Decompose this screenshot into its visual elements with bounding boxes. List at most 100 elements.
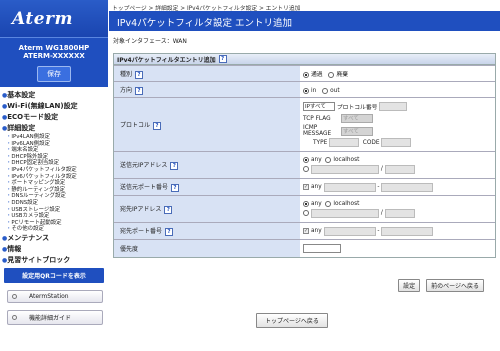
type-label: 種別 xyxy=(120,70,133,78)
tcp-flag-select[interactable]: すべて xyxy=(341,114,373,123)
sidebar: Aterm Aterm WG1800HP ATERM-XXXXXX 保存 ●基本… xyxy=(0,0,108,351)
src-port-start-input[interactable] xyxy=(323,182,376,192)
nav-sub-item[interactable]: ポートマッピング設定 xyxy=(6,180,108,187)
dst-ip-any-label: any xyxy=(311,200,322,207)
src-ip-row: 送信元IPアドレス? any localhost / xyxy=(114,151,495,179)
save-button[interactable]: 保存 xyxy=(37,66,71,82)
type-field-label: TYPE xyxy=(313,139,328,146)
direction-in-radio[interactable] xyxy=(303,87,309,94)
nav-category-label: ECOモード設定 xyxy=(7,113,59,121)
help-icon[interactable]: ? xyxy=(171,184,180,192)
nav-category[interactable]: ●メンテナンス xyxy=(2,233,108,244)
dst-ip-any-radio[interactable] xyxy=(303,200,309,207)
icmp-type-input[interactable] xyxy=(329,138,360,147)
direction-out-label: out xyxy=(330,88,340,94)
dash-separator: - xyxy=(377,184,380,190)
nav-sub-item[interactable]: IPv4LAN側設定 xyxy=(6,134,108,141)
type-pass-radio[interactable] xyxy=(303,71,309,78)
qr-code-button[interactable]: 設定用QRコードを表示 xyxy=(4,267,104,283)
dst-port-any-checkbox[interactable]: ✓ xyxy=(303,228,309,234)
help-icon[interactable]: ? xyxy=(218,55,227,63)
protocol-label: プロトコル xyxy=(120,121,151,129)
nav-category[interactable]: ●基本設定 xyxy=(2,90,108,101)
src-port-label: 送信元ポート番号 xyxy=(120,184,169,191)
src-ip-any-radio[interactable] xyxy=(303,156,309,163)
section-header: IPv4パケットフィルタエントリ追加 ? xyxy=(114,54,495,65)
type-row: 種別? 通過 廃棄 xyxy=(114,65,495,82)
device-name: ATERM-XXXXXX xyxy=(23,52,85,60)
src-port-end-input[interactable] xyxy=(381,182,434,192)
help-icon[interactable]: ? xyxy=(170,162,179,170)
nav-category[interactable]: ●見習サイトブロック xyxy=(2,255,108,266)
direction-label: 方向 xyxy=(120,86,133,94)
src-ip-localhost-radio[interactable] xyxy=(325,156,332,163)
type-discard-label: 廃棄 xyxy=(336,72,349,78)
priority-label: 優先度 xyxy=(120,245,139,253)
dst-port-start-input[interactable] xyxy=(323,226,376,236)
dst-ip-label: 宛先IPアドレス xyxy=(120,206,162,213)
dst-ip-row: 宛先IPアドレス? any localhost / xyxy=(114,195,495,223)
dst-port-label: 宛先ポート番号 xyxy=(120,228,163,235)
src-ip-custom-radio[interactable] xyxy=(303,166,309,172)
dst-port-any-label: any xyxy=(311,228,322,234)
nav-sub-item[interactable]: DDNS設定 xyxy=(6,200,108,207)
src-port-any-label: any xyxy=(311,184,322,190)
dst-ip-custom-radio[interactable] xyxy=(303,210,309,216)
protocol-select[interactable]: IPすべて xyxy=(303,102,335,111)
model-panel: Aterm WG1800HP ATERM-XXXXXX 保存 xyxy=(0,37,108,87)
help-icon[interactable]: ? xyxy=(153,121,162,130)
nav-category-label: メンテナンス xyxy=(7,233,50,242)
nav-sub-item[interactable]: DHCP固定割当設定 xyxy=(6,160,108,167)
main-content: トップページ > 詳細設定 > IPv4パケットフィルタ設定 > エントリ追加 … xyxy=(109,0,500,351)
icmp-message-select[interactable]: すべて xyxy=(341,126,373,136)
direction-in-label: in xyxy=(311,88,317,94)
type-pass-label: 通過 xyxy=(311,72,323,78)
function-guide-button[interactable]: 機能詳細ガイド xyxy=(7,309,103,325)
help-icon[interactable]: ? xyxy=(135,86,144,95)
logo-band: Aterm xyxy=(0,0,108,37)
back-button[interactable]: 前のページへ戻る xyxy=(426,279,484,292)
dst-ip-localhost-radio[interactable] xyxy=(325,200,332,207)
function-guide-label: 機能詳細ガイド xyxy=(29,314,72,322)
nav-category[interactable]: ●情報 xyxy=(2,244,108,255)
src-ip-localhost-label: localhost xyxy=(333,156,360,163)
nav-category-label: Wi-Fi(無線LAN)設定 xyxy=(7,102,78,110)
top-page-button[interactable]: トップページへ戻る xyxy=(256,313,328,328)
protocol-number-input[interactable] xyxy=(379,102,408,111)
nav-sub-item[interactable]: 端末名設定 xyxy=(6,147,108,154)
nav-category-label: 情報 xyxy=(7,244,22,253)
nav-category-label: 基本設定 xyxy=(7,91,36,99)
nav-category[interactable]: ●Wi-Fi(無線LAN)設定 xyxy=(2,101,108,112)
dst-port-row: 宛先ポート番号? ✓ any - xyxy=(114,222,495,240)
priority-input[interactable] xyxy=(303,243,341,253)
dst-ip-input[interactable] xyxy=(311,208,379,218)
breadcrumb: トップページ > 詳細設定 > IPv4パケットフィルタ設定 > エントリ追加 xyxy=(112,6,301,12)
src-port-any-checkbox[interactable]: ✓ xyxy=(303,184,309,190)
type-discard-radio[interactable] xyxy=(328,71,335,78)
nav-sub-item[interactable]: その他の設定 xyxy=(6,226,108,233)
aterm-station-button[interactable]: AtermStation xyxy=(7,289,103,303)
icmp-code-input[interactable] xyxy=(381,138,412,147)
filter-entry-section: IPv4パケットフィルタエントリ追加 ? 種別? 通過 廃棄 方向? in ou… xyxy=(113,53,496,258)
priority-row: 優先度 xyxy=(114,239,495,257)
nav-category[interactable]: ●詳細設定 xyxy=(2,123,108,134)
dst-port-end-input[interactable] xyxy=(381,226,434,236)
help-icon[interactable]: ? xyxy=(135,70,144,79)
help-icon[interactable]: ? xyxy=(165,228,174,236)
aterm-logo: Aterm xyxy=(12,8,74,29)
circle-icon xyxy=(12,314,17,320)
top-actions: トップページへ戻る xyxy=(256,313,328,328)
dst-ip-mask-input[interactable] xyxy=(384,208,415,218)
nav-sub-item[interactable]: DNSルーティング設定 xyxy=(6,193,108,200)
protocol-number-label: プロトコル番号 xyxy=(336,105,378,111)
nav-sub-item[interactable]: USBカメラ設定 xyxy=(6,213,108,220)
help-icon[interactable]: ? xyxy=(164,206,173,214)
src-ip-mask-input[interactable] xyxy=(384,164,415,174)
nav-category[interactable]: ●ECOモード設定 xyxy=(2,112,108,123)
nav-sub-item[interactable]: IPv4パケットフィルタ設定 xyxy=(6,167,108,174)
direction-row: 方向? in out xyxy=(114,81,495,98)
src-ip-input[interactable] xyxy=(311,164,379,174)
icmp-message-label: ICMP MESSAGE xyxy=(303,125,332,137)
set-button[interactable]: 設定 xyxy=(398,279,421,292)
direction-out-radio[interactable] xyxy=(322,87,329,94)
